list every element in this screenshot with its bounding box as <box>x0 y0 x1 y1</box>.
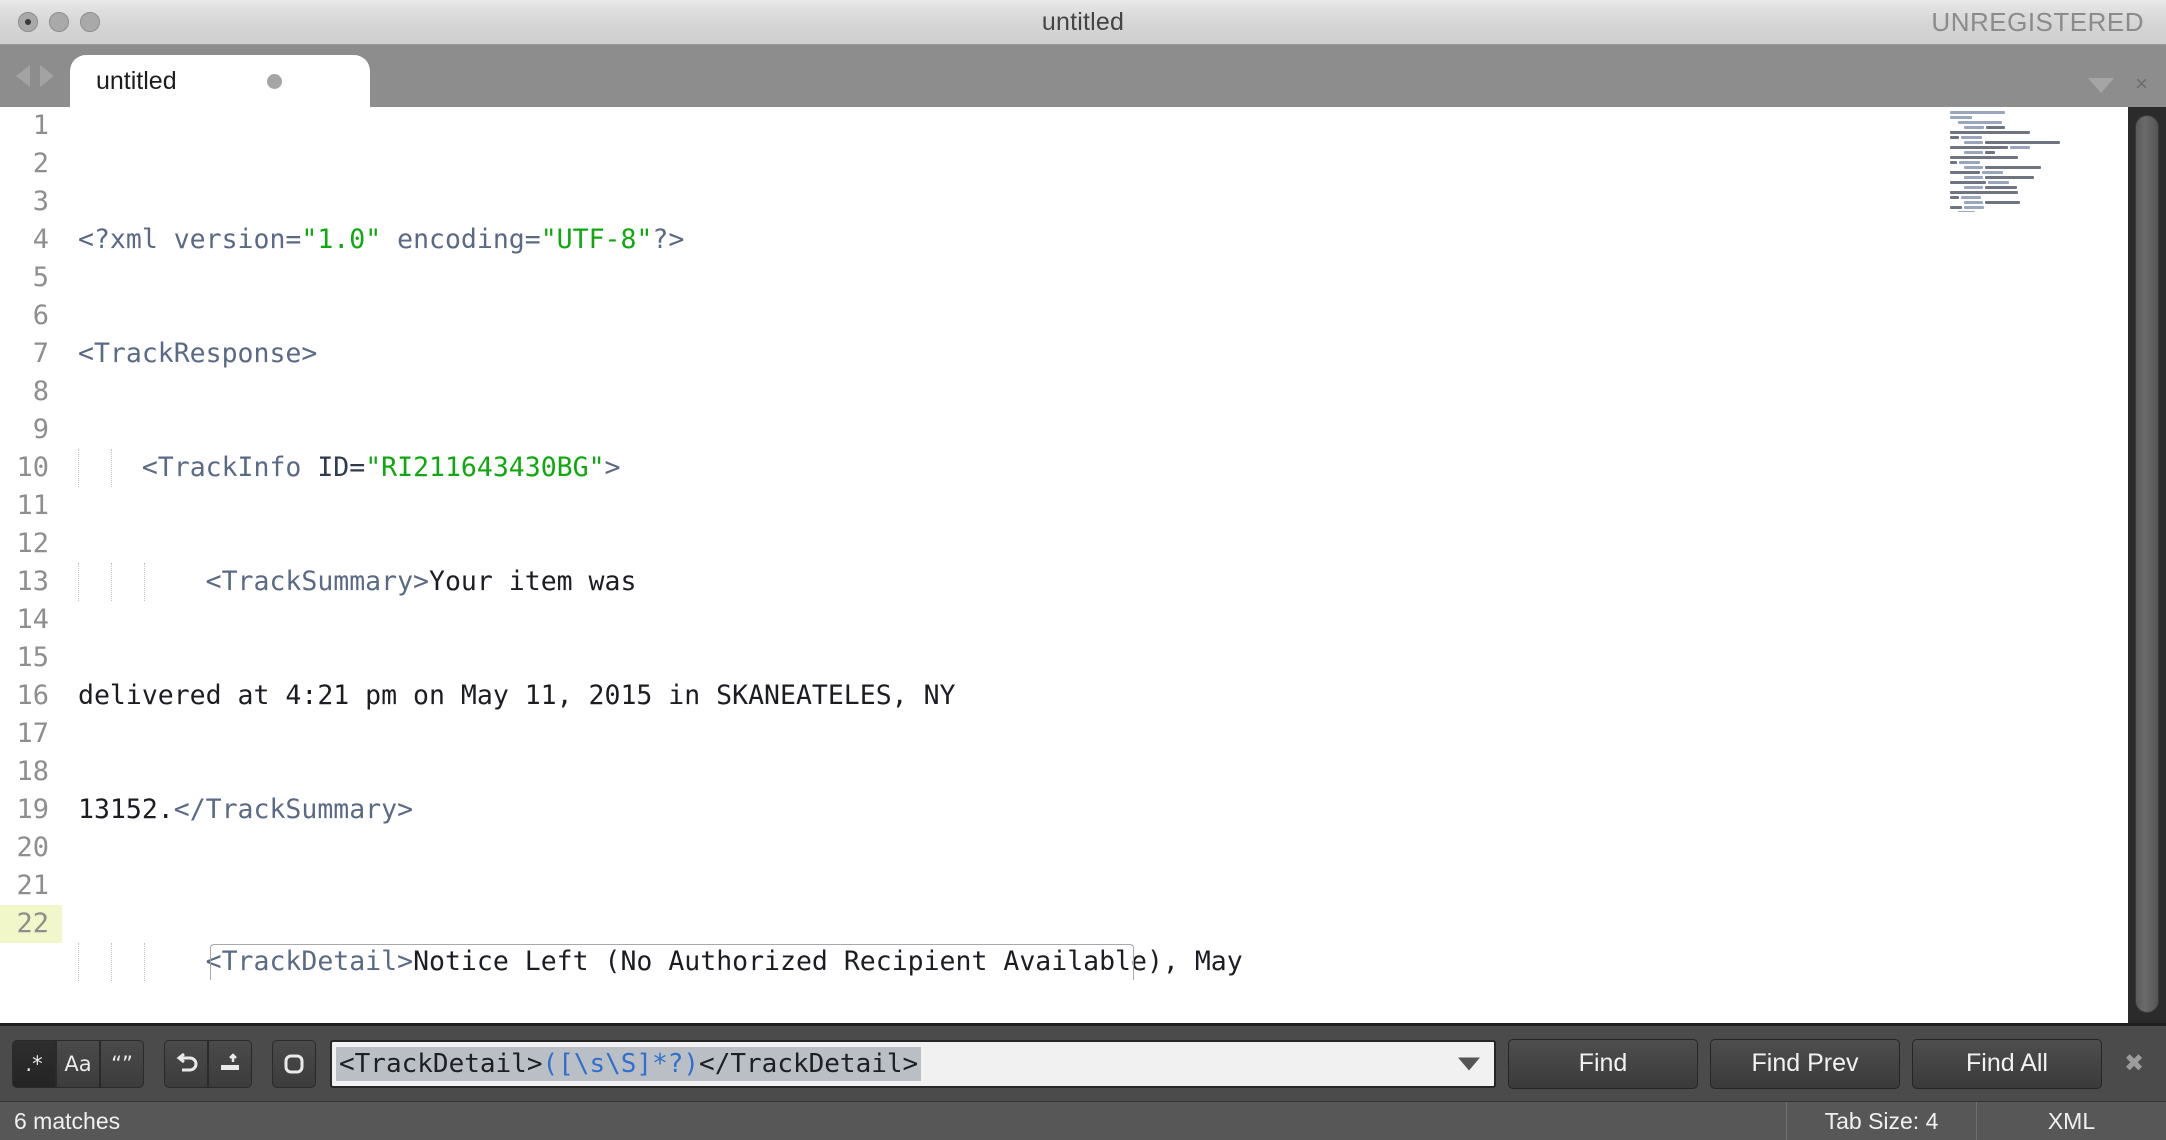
match-case-toggle[interactable]: Aa <box>56 1039 100 1088</box>
line-number: 22 <box>0 905 62 943</box>
minimap-line <box>1950 121 2104 125</box>
find-query-regex: ([\s\S]*?) <box>542 1048 700 1079</box>
find-input[interactable]: <TrackDetail>([\s\S]*?)</TrackDetail> <box>330 1039 1496 1088</box>
minimap-line <box>1950 146 2104 150</box>
line-number-gutter: 1 2 3 4 5 6 7 8 9 10 11 12 13 14 15 16 17 18 19 20 21 22 <box>0 107 62 1023</box>
chevron-down-icon[interactable] <box>2088 78 2114 93</box>
find-option-group-3 <box>272 1039 316 1088</box>
minimap-line <box>1950 191 2104 195</box>
in-selection-icon <box>218 1052 242 1076</box>
minimap-line <box>1950 181 2104 185</box>
regex-toggle-label: .* <box>25 1051 43 1076</box>
status-bar: 6 matches Tab Size: 4 XML <box>0 1101 2166 1140</box>
editor-area[interactable]: 1 2 3 4 5 6 7 8 9 10 11 12 13 14 15 16 17 18 19 20 21 22 <?xm… <box>0 107 2166 1023</box>
line-number: 5 <box>32 262 49 293</box>
minimap-line <box>1950 151 2104 155</box>
line-number: 14 <box>16 604 49 635</box>
wrap-around-toggle[interactable] <box>164 1039 208 1088</box>
unregistered-badge: UNREGISTERED <box>1931 6 2144 37</box>
chevron-down-icon[interactable] <box>1458 1057 1480 1070</box>
line-number: 16 <box>16 680 49 711</box>
highlight-all-toggle[interactable] <box>272 1039 316 1088</box>
minimap-line <box>1950 131 2104 135</box>
minimap-line <box>1950 126 2104 130</box>
line-number: 6 <box>32 300 49 331</box>
title-bar: untitled UNREGISTERED <box>0 0 2166 45</box>
code-minimap[interactable] <box>1944 107 2104 212</box>
line-number: 12 <box>16 528 49 559</box>
vertical-scrollbar[interactable] <box>2128 107 2166 1023</box>
minimap-line <box>1950 156 2104 160</box>
tab-untitled[interactable]: untitled <box>70 55 370 107</box>
regex-toggle[interactable]: .* <box>12 1039 56 1088</box>
line-number: 20 <box>16 832 49 863</box>
minimap-line <box>1950 201 2104 205</box>
tab-nav-arrows <box>0 45 70 107</box>
find-option-group-1: .* Aa “” <box>12 1039 144 1088</box>
line-number: 15 <box>16 642 49 673</box>
minimap-line <box>1950 161 2104 165</box>
find-query-suffix: </TrackDetail> <box>699 1048 919 1079</box>
minimap-line <box>1950 211 2104 212</box>
scrollbar-thumb[interactable] <box>2135 115 2159 1013</box>
match-count-label: 6 matches <box>14 1107 121 1134</box>
minimap-line <box>1950 186 2104 190</box>
minimap-line <box>1950 171 2104 175</box>
line-number: 17 <box>16 718 49 749</box>
wrap-icon <box>174 1052 198 1076</box>
in-selection-toggle[interactable] <box>208 1039 252 1088</box>
line-number: 9 <box>32 414 49 445</box>
code-content[interactable]: <?xml version="1.0" encoding="UTF-8"?> <… <box>62 107 1243 1023</box>
find-option-group-2 <box>164 1039 252 1088</box>
minimap-line <box>1950 196 2104 200</box>
tab-modified-indicator <box>266 73 282 89</box>
minimap-line <box>1950 111 2104 115</box>
line-number: 2 <box>32 148 49 179</box>
tab-close-icon[interactable]: × <box>2135 73 2148 95</box>
line-number: 18 <box>16 756 49 787</box>
minimap-line <box>1950 141 2104 145</box>
line-number: 4 <box>32 224 49 255</box>
minimap-line <box>1950 206 2104 210</box>
find-input-value: <TrackDetail>([\s\S]*?)</TrackDetail> <box>336 1046 922 1081</box>
text-editor-window: untitled UNREGISTERED untitled × 1234567… <box>0 0 2166 1140</box>
language-label[interactable]: XML <box>1976 1101 2166 1140</box>
whole-word-toggle-label: “” <box>111 1051 133 1076</box>
line-number: 3 <box>32 186 49 217</box>
arrow-left-icon[interactable] <box>16 65 30 87</box>
line-number: 11 <box>16 490 49 521</box>
tab-size-label[interactable]: Tab Size: 4 <box>1786 1101 1976 1140</box>
tab-bar: untitled × <box>0 45 2166 107</box>
line-number: 21 <box>16 870 49 901</box>
find-all-button[interactable]: Find All <box>1912 1038 2102 1089</box>
minimap-line <box>1950 136 2104 140</box>
whole-word-toggle[interactable]: “” <box>100 1039 144 1088</box>
tab-label: untitled <box>96 66 177 95</box>
arrow-right-icon[interactable] <box>40 65 54 87</box>
line-number: 1 <box>32 110 49 141</box>
minimap-line <box>1950 116 2104 120</box>
find-query-prefix: <TrackDetail> <box>339 1048 543 1079</box>
line-number: 19 <box>16 794 49 825</box>
rounded-square-icon <box>282 1052 306 1076</box>
minimap-line <box>1950 166 2104 170</box>
line-number: 8 <box>32 376 49 407</box>
minimap-line <box>1950 176 2104 180</box>
close-find-icon[interactable]: ✖ <box>2114 1039 2154 1089</box>
line-number: 10 <box>16 452 49 483</box>
line-number: 13 <box>16 566 49 597</box>
find-bar: .* Aa “” <TrackDetail>([\s\S]*?)</TrackD… <box>0 1023 2166 1101</box>
match-case-toggle-label: Aa <box>64 1051 92 1076</box>
find-button[interactable]: Find <box>1508 1038 1698 1089</box>
window-title: untitled <box>1041 7 1125 36</box>
line-number: 7 <box>32 338 49 369</box>
find-prev-button[interactable]: Find Prev <box>1710 1038 1900 1089</box>
